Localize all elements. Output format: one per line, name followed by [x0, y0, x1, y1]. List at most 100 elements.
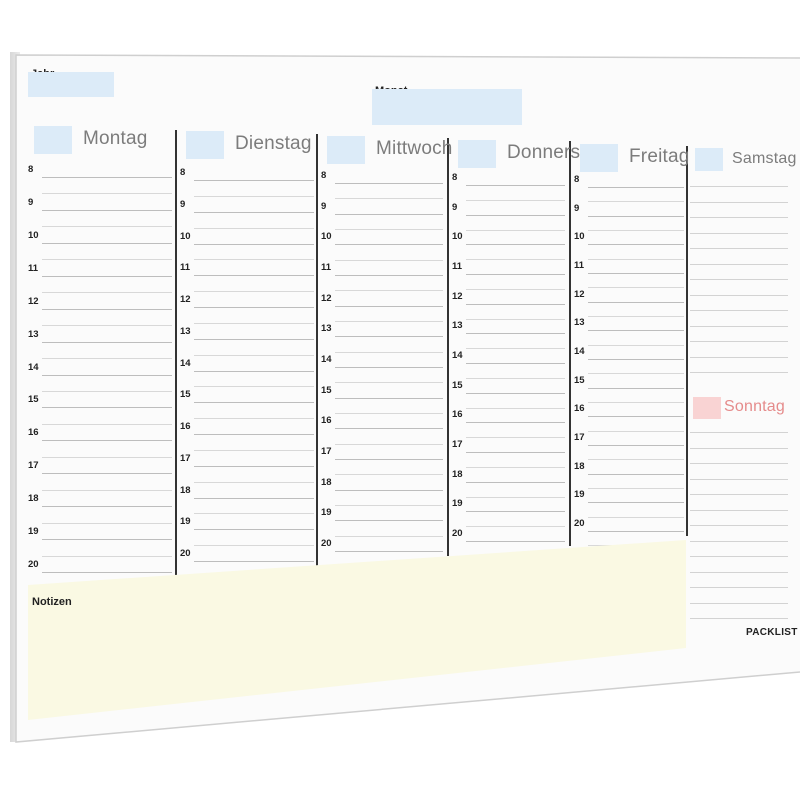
hour-line[interactable]	[588, 502, 684, 504]
saturday-line[interactable]	[690, 279, 788, 280]
sunday-line[interactable]	[690, 618, 788, 619]
hour-line[interactable]	[194, 211, 314, 213]
half-hour-line[interactable]	[466, 407, 565, 409]
half-hour-line[interactable]	[466, 377, 565, 379]
sunday-line[interactable]	[690, 556, 788, 557]
half-hour-line[interactable]	[335, 198, 443, 200]
half-hour-line[interactable]	[466, 229, 565, 231]
half-hour-line[interactable]	[335, 290, 443, 292]
hour-line[interactable]	[42, 209, 172, 211]
saturday-line[interactable]	[690, 341, 788, 342]
hour-line[interactable]	[194, 465, 314, 467]
half-hour-line[interactable]	[194, 418, 314, 420]
hour-line[interactable]	[466, 185, 565, 186]
hour-line[interactable]	[194, 275, 314, 277]
half-hour-line[interactable]	[194, 449, 314, 451]
half-hour-line[interactable]	[42, 522, 172, 524]
half-hour-line[interactable]	[335, 229, 443, 230]
half-hour-line[interactable]	[194, 354, 314, 356]
date-box-sonntag[interactable]	[693, 397, 721, 419]
hour-line[interactable]	[335, 428, 443, 430]
hour-line[interactable]	[466, 244, 565, 246]
saturday-line[interactable]	[690, 294, 788, 296]
half-hour-line[interactable]	[42, 292, 172, 294]
half-hour-line[interactable]	[588, 430, 684, 432]
half-hour-line[interactable]	[42, 259, 172, 261]
saturday-line[interactable]	[690, 310, 788, 311]
half-hour-line[interactable]	[42, 226, 172, 228]
saturday-line[interactable]	[690, 232, 788, 234]
half-hour-line[interactable]	[42, 555, 172, 557]
half-hour-line[interactable]	[335, 505, 443, 506]
hour-line[interactable]	[42, 473, 172, 475]
half-hour-line[interactable]	[42, 489, 172, 491]
half-hour-line[interactable]	[588, 201, 684, 203]
hour-line[interactable]	[588, 473, 684, 475]
hour-line[interactable]	[466, 452, 565, 453]
half-hour-line[interactable]	[194, 386, 314, 388]
half-hour-line[interactable]	[588, 258, 684, 260]
half-hour-line[interactable]	[194, 291, 314, 293]
sunday-line[interactable]	[690, 540, 788, 542]
half-hour-line[interactable]	[335, 413, 443, 414]
hour-line[interactable]	[194, 338, 314, 340]
half-hour-line[interactable]	[466, 199, 565, 201]
hour-line[interactable]	[194, 370, 314, 372]
hour-line[interactable]	[588, 416, 684, 418]
half-hour-line[interactable]	[588, 402, 684, 403]
hour-line[interactable]	[42, 539, 172, 541]
half-hour-line[interactable]	[194, 513, 314, 515]
half-hour-line[interactable]	[194, 227, 314, 229]
hour-line[interactable]	[588, 387, 684, 389]
hour-line[interactable]	[42, 177, 172, 178]
hour-line[interactable]	[466, 481, 565, 483]
half-hour-line[interactable]	[42, 193, 172, 195]
date-box-freitag[interactable]	[580, 144, 618, 172]
date-box-donnerstag[interactable]	[458, 140, 496, 168]
half-hour-line[interactable]	[335, 535, 443, 537]
sunday-line[interactable]	[690, 463, 788, 464]
hour-line[interactable]	[42, 506, 172, 508]
hour-line[interactable]	[335, 489, 443, 491]
hour-line[interactable]	[194, 402, 314, 404]
hour-line[interactable]	[588, 330, 684, 332]
sunday-line[interactable]	[690, 587, 788, 588]
half-hour-line[interactable]	[588, 488, 684, 489]
half-hour-line[interactable]	[466, 348, 565, 350]
half-hour-line[interactable]	[466, 496, 565, 498]
half-hour-line[interactable]	[466, 526, 565, 528]
saturday-line[interactable]	[690, 263, 788, 265]
date-box-dienstag[interactable]	[186, 131, 224, 159]
saturday-line[interactable]	[690, 372, 788, 373]
half-hour-line[interactable]	[42, 423, 172, 425]
hour-line[interactable]	[588, 215, 684, 217]
half-hour-line[interactable]	[42, 358, 172, 360]
year-field[interactable]	[28, 72, 114, 97]
hour-line[interactable]	[588, 273, 684, 274]
half-hour-line[interactable]	[588, 316, 684, 317]
hour-line[interactable]	[42, 572, 172, 573]
sunday-line[interactable]	[690, 478, 788, 480]
hour-line[interactable]	[42, 407, 172, 409]
sunday-line[interactable]	[690, 447, 788, 449]
hour-line[interactable]	[194, 243, 314, 245]
saturday-line[interactable]	[690, 186, 788, 187]
hour-line[interactable]	[194, 180, 314, 181]
hour-line[interactable]	[335, 275, 443, 276]
half-hour-line[interactable]	[588, 287, 684, 289]
saturday-line[interactable]	[690, 356, 788, 358]
hour-line[interactable]	[194, 561, 314, 562]
hour-line[interactable]	[466, 303, 565, 305]
sunday-line[interactable]	[690, 602, 788, 604]
hour-line[interactable]	[194, 529, 314, 531]
half-hour-line[interactable]	[335, 351, 443, 353]
hour-line[interactable]	[588, 445, 684, 446]
sunday-line[interactable]	[690, 509, 788, 511]
sunday-line[interactable]	[690, 525, 788, 526]
half-hour-line[interactable]	[466, 437, 565, 439]
half-hour-line[interactable]	[588, 373, 684, 375]
hour-line[interactable]	[335, 551, 443, 552]
hour-line[interactable]	[466, 541, 565, 542]
half-hour-line[interactable]	[42, 325, 172, 327]
hour-line[interactable]	[466, 392, 565, 394]
